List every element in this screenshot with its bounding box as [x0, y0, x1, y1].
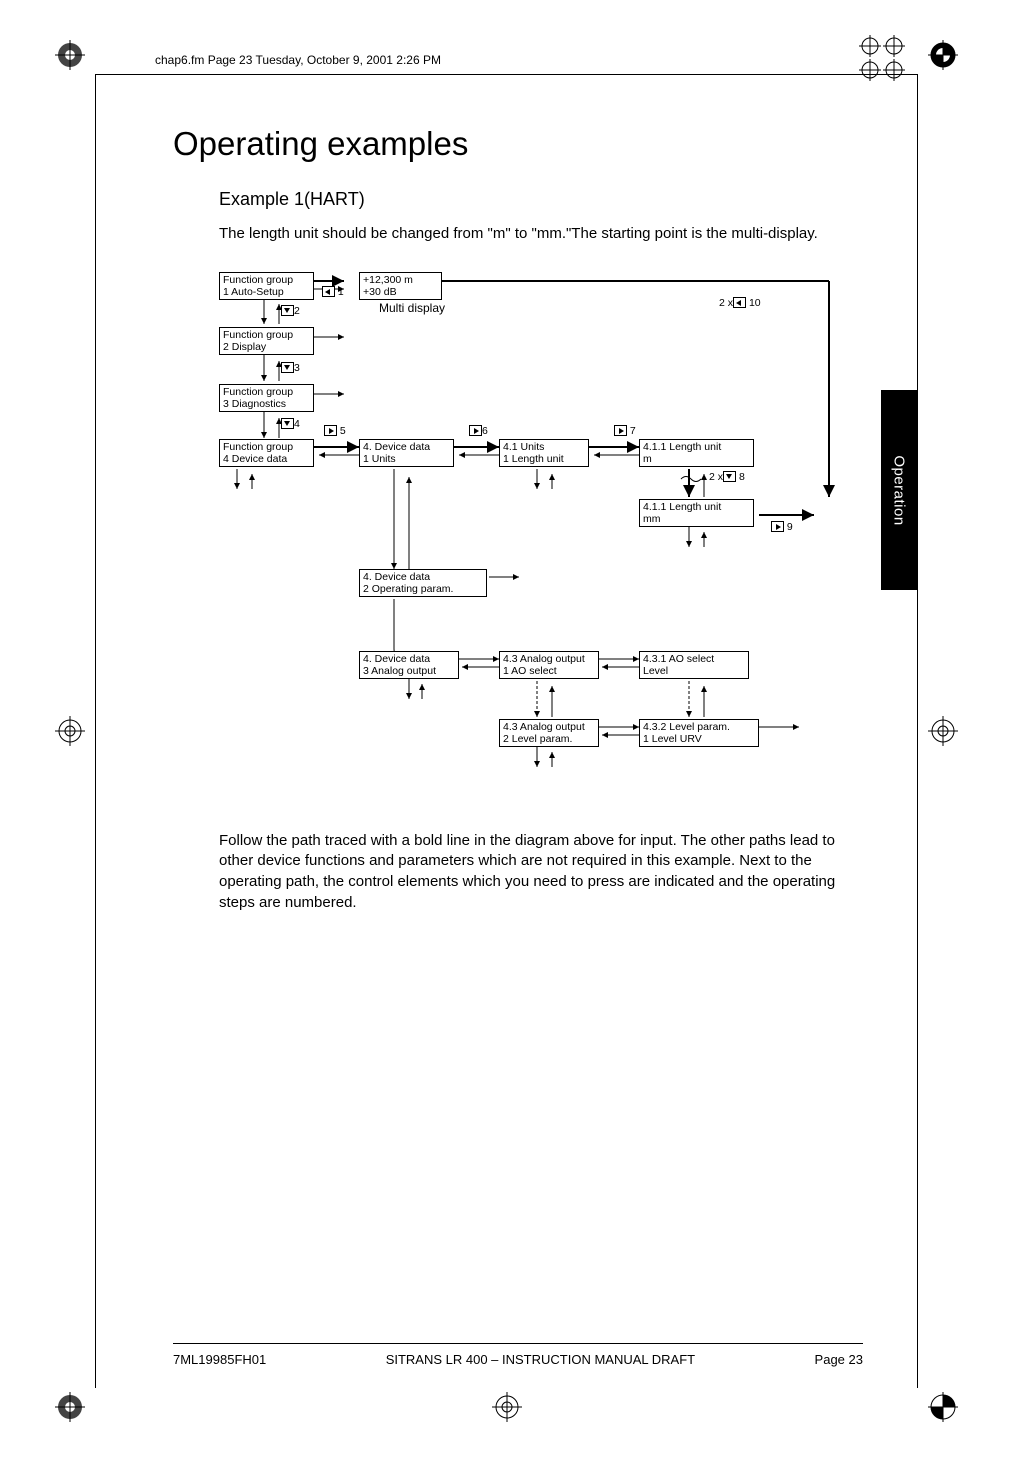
- step5: 5: [324, 425, 346, 437]
- box-dd2: 4. Device data2 Operating param.: [359, 569, 487, 597]
- reg-mark-tr: [928, 40, 958, 70]
- crop-line: [917, 74, 918, 1388]
- page-footer: 7ML19985FH01 SITRANS LR 400 – INSTRUCTIO…: [173, 1343, 863, 1367]
- box-fg3: Function group3 Diagnostics: [219, 384, 314, 412]
- crop-line: [95, 74, 96, 1388]
- left-key-icon: [322, 286, 335, 297]
- left-key-icon: [733, 297, 746, 308]
- box-fg1: Function group1 Auto-Setup: [219, 272, 314, 300]
- reg-mark-bl: [55, 1392, 85, 1422]
- down-key-icon: [281, 418, 294, 429]
- step3: 3: [281, 362, 300, 374]
- intro-text: The length unit should be changed from "…: [219, 224, 863, 245]
- box-dd1: 4. Device data1 Units: [359, 439, 454, 467]
- box-ao431: 4.3.1 AO selectLevel: [639, 651, 749, 679]
- label-multidisplay: Multi display: [379, 301, 445, 315]
- followup-text: Follow the path traced with a bold line …: [219, 831, 863, 914]
- box-u411m: 4.1.1 Length unitm: [639, 439, 754, 467]
- right-key-icon: [771, 521, 784, 532]
- box-fg2: Function group2 Display: [219, 327, 314, 355]
- step2: 2: [281, 305, 300, 317]
- step10: 2 x 10: [719, 297, 761, 309]
- reg-mark-right: [928, 716, 958, 746]
- side-tab-label: Operation: [891, 455, 908, 525]
- box-ao431sel: 4.3 Analog output1 AO select: [499, 651, 599, 679]
- side-tab-operation: Operation: [881, 390, 917, 590]
- step7: 7: [614, 425, 636, 437]
- box-dd3: 4. Device data3 Analog output: [359, 651, 459, 679]
- page-content: Operating examples Example 1(HART) The l…: [173, 115, 863, 923]
- header-note: chap6.fm Page 23 Tuesday, October 9, 200…: [155, 53, 441, 67]
- right-key-icon: [324, 425, 337, 436]
- box-fg4: Function group4 Device data: [219, 439, 314, 467]
- step8: 2 x 8: [709, 471, 745, 483]
- footer-right: Page 23: [815, 1352, 863, 1367]
- right-key-icon: [469, 425, 482, 436]
- page-frame: chap6.fm Page 23 Tuesday, October 9, 200…: [0, 0, 1013, 1462]
- reg-mark-bc: [492, 1392, 522, 1422]
- down-key-icon: [281, 362, 294, 373]
- footer-left: 7ML19985FH01: [173, 1352, 266, 1367]
- box-ao432: 4.3.2 Level param.1 Level URV: [639, 719, 759, 747]
- reg-mark-tl: [55, 40, 85, 70]
- navigation-diagram: Function group1 Auto-Setup +12,300 m+30 …: [219, 269, 859, 809]
- box-ao432sel: 4.3 Analog output2 Level param.: [499, 719, 599, 747]
- crop-line: [95, 74, 918, 75]
- down-key-icon: [723, 471, 736, 482]
- right-key-icon: [614, 425, 627, 436]
- step4: 4: [281, 418, 300, 430]
- reg-mark-br: [928, 1392, 958, 1422]
- down-key-icon: [281, 305, 294, 316]
- box-multi: +12,300 m+30 dB: [359, 272, 442, 300]
- footer-center: SITRANS LR 400 – INSTRUCTION MANUAL DRAF…: [386, 1352, 695, 1367]
- section-subtitle: Example 1(HART): [219, 189, 863, 210]
- step9: 9: [771, 521, 793, 533]
- page-title: Operating examples: [173, 125, 863, 163]
- box-u411mm: 4.1.1 Length unitmm: [639, 499, 754, 527]
- reg-mark-left: [55, 716, 85, 746]
- step1: 1: [322, 286, 344, 298]
- box-u41: 4.1 Units1 Length unit: [499, 439, 589, 467]
- step6: 6: [469, 425, 488, 437]
